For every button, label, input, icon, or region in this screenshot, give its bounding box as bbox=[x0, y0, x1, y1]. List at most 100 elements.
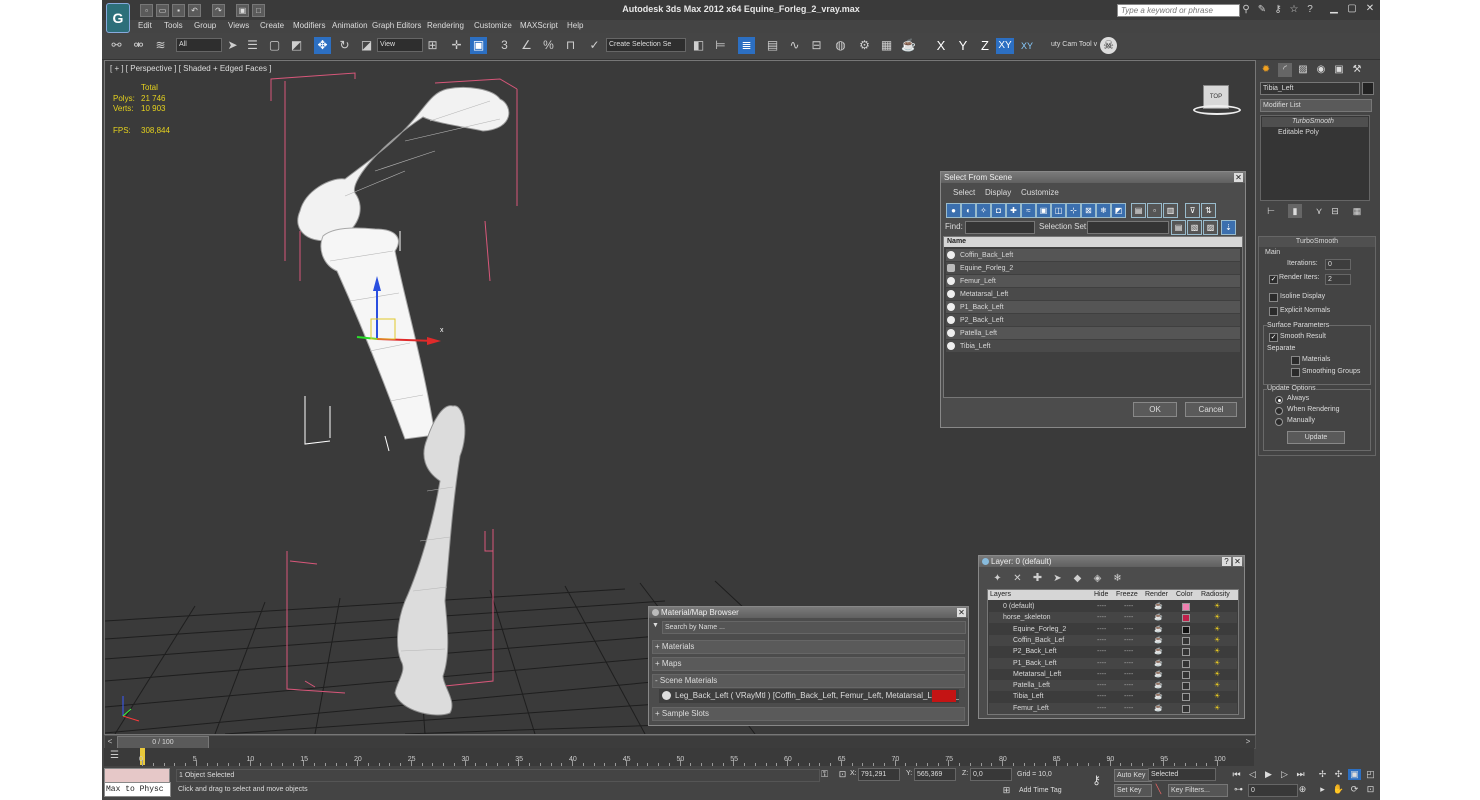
edit-named-selection-icon[interactable]: ✓ bbox=[586, 37, 603, 54]
set-key-icon[interactable]: ╲ bbox=[1152, 784, 1165, 795]
display-invert-icon[interactable]: ▥ bbox=[1163, 203, 1178, 218]
selection-set-dropdown[interactable] bbox=[1087, 221, 1169, 234]
col-radiosity[interactable]: Radiosity bbox=[1201, 591, 1230, 598]
set-key-button[interactable]: Set Key bbox=[1114, 784, 1152, 797]
radiosity-icon[interactable]: ☀ bbox=[1214, 635, 1220, 646]
layer-hide-toggle[interactable]: ---- bbox=[1097, 703, 1106, 714]
pan-icon[interactable]: ✋ bbox=[1332, 784, 1345, 795]
radiosity-icon[interactable]: ☀ bbox=[1214, 601, 1220, 612]
axis-y-button[interactable]: Y bbox=[954, 38, 972, 54]
search-input[interactable]: Type a keyword or phrase bbox=[1117, 4, 1240, 17]
time-tag-icon[interactable]: ⊞ bbox=[1000, 785, 1013, 796]
named-selection-dropdown[interactable]: Create Selection Se bbox=[606, 38, 686, 52]
time-config-icon[interactable]: ⊕ bbox=[1296, 784, 1309, 795]
menu-views[interactable]: Views bbox=[228, 21, 249, 30]
display-tab-icon[interactable]: ▣ bbox=[1332, 63, 1346, 77]
display-lights-icon[interactable]: ✧ bbox=[976, 203, 991, 218]
zoom-icon[interactable]: ✢ bbox=[1316, 769, 1329, 780]
radiosity-icon[interactable]: ☀ bbox=[1214, 658, 1220, 669]
layer-color-swatch[interactable] bbox=[1182, 682, 1190, 691]
layer-color-swatch[interactable] bbox=[1182, 670, 1190, 679]
help-icon[interactable]: ? bbox=[1304, 4, 1316, 16]
update-when-rendering-radio[interactable] bbox=[1275, 407, 1283, 415]
play-icon[interactable]: ▶ bbox=[1262, 769, 1275, 780]
ok-button[interactable]: OK bbox=[1133, 402, 1177, 417]
utilities-tab-icon[interactable]: ⚒ bbox=[1350, 63, 1364, 77]
key-mode-icon[interactable]: ⚷ bbox=[1090, 774, 1103, 786]
unlink-icon[interactable]: ⚮ bbox=[130, 37, 147, 54]
select-and-move-icon[interactable]: ✥ bbox=[314, 37, 331, 54]
scene-materials-section[interactable]: - Scene Materials bbox=[652, 674, 965, 688]
layer-color-swatch[interactable] bbox=[1182, 614, 1190, 623]
track-bar[interactable]: ☰ 0 5 10 15 20 25 30 35 40 45 50 55 60 65 70 75 80 85 90 95… bbox=[104, 748, 1254, 766]
object-color-swatch[interactable] bbox=[1362, 82, 1374, 95]
axis-z-button[interactable]: Z bbox=[976, 38, 994, 54]
col-freeze[interactable]: Freeze bbox=[1116, 591, 1138, 598]
layer-hide-toggle[interactable]: ---- bbox=[1097, 658, 1106, 669]
maxscript-listener-input[interactable]: Max to Physc bbox=[104, 782, 171, 797]
layer-freeze-toggle[interactable]: ---- bbox=[1124, 601, 1133, 612]
search-icon[interactable]: ⚲ bbox=[1240, 4, 1252, 16]
auto-key-button[interactable]: Auto Key bbox=[1114, 769, 1152, 782]
update-button[interactable]: Update bbox=[1287, 431, 1345, 444]
prev-key-icon[interactable]: ◁ bbox=[1246, 769, 1259, 780]
render-teapot-icon[interactable]: ☕ bbox=[1154, 646, 1163, 657]
window-crossing-icon[interactable]: ◩ bbox=[288, 37, 305, 54]
stack-item-turbosmooth[interactable]: TurboSmooth bbox=[1262, 117, 1368, 127]
delete-layer-icon[interactable]: ✕ bbox=[1009, 570, 1026, 587]
graphite-ribbon-icon[interactable]: ▤ bbox=[764, 37, 781, 54]
selection-filter-dropdown[interactable]: All bbox=[176, 38, 222, 52]
display-containers-icon[interactable]: ⊠ bbox=[1081, 203, 1096, 218]
layer-freeze-toggle[interactable]: ---- bbox=[1124, 612, 1133, 623]
layer-freeze-toggle[interactable]: ---- bbox=[1124, 703, 1133, 714]
sfs-menu-display[interactable]: Display bbox=[985, 188, 1011, 197]
configure-sets-icon[interactable]: ▦ bbox=[1350, 204, 1364, 218]
custom-tool-label[interactable]: uty Cam Tool v bbox=[1048, 38, 1104, 52]
render-teapot-icon[interactable]: ☕ bbox=[1154, 635, 1163, 646]
find-input[interactable] bbox=[965, 221, 1035, 234]
radiosity-icon[interactable]: ☀ bbox=[1214, 624, 1220, 635]
reference-coord-dropdown[interactable]: View bbox=[377, 38, 423, 52]
display-shapes-icon[interactable]: ◐ bbox=[961, 203, 976, 218]
layer-row[interactable]: Coffin_Back_Lef ---- ---- ☕ ☀ bbox=[989, 634, 1237, 646]
lock-selection-icon[interactable]: ⚿ bbox=[818, 769, 831, 780]
selected-dropdown[interactable]: Selected bbox=[1148, 768, 1216, 781]
subscription-icon[interactable]: ⚷ bbox=[1272, 4, 1284, 16]
render-teapot-icon[interactable]: ☕ bbox=[1154, 680, 1163, 691]
select-invert-icon[interactable]: ▨ bbox=[1203, 220, 1218, 235]
radiosity-icon[interactable]: ☀ bbox=[1214, 646, 1220, 657]
help-button[interactable]: ? bbox=[1222, 557, 1231, 566]
motion-tab-icon[interactable]: ◉ bbox=[1314, 63, 1328, 77]
curve-editor-icon[interactable]: ∿ bbox=[786, 37, 803, 54]
layer-hide-toggle[interactable]: ---- bbox=[1097, 612, 1106, 623]
materials-section[interactable]: + Materials bbox=[652, 640, 965, 654]
explicit-normals-checkbox[interactable] bbox=[1269, 307, 1278, 316]
stack-item-editable-poly[interactable]: Editable Poly bbox=[1262, 128, 1368, 138]
display-cameras-icon[interactable]: ◘ bbox=[991, 203, 1006, 218]
list-item[interactable]: Patella_Left bbox=[946, 327, 1240, 339]
rendered-frame-icon[interactable]: ▦ bbox=[878, 37, 895, 54]
layer-table[interactable]: Layers Hide Freeze Render Color Radiosit… bbox=[987, 589, 1239, 715]
layer-freeze-toggle[interactable]: ---- bbox=[1124, 658, 1133, 669]
highlight-layer-icon[interactable]: ◆ bbox=[1069, 570, 1086, 587]
object-name-field[interactable]: Tibia_Left bbox=[1260, 82, 1360, 95]
layer-color-swatch[interactable] bbox=[1182, 648, 1190, 657]
select-all-icon[interactable]: ▤ bbox=[1171, 220, 1186, 235]
menu-tools[interactable]: Tools bbox=[164, 21, 183, 30]
layer-color-swatch[interactable] bbox=[1182, 693, 1190, 702]
manipulate-icon[interactable]: ✛ bbox=[448, 37, 465, 54]
layer-manager-icon[interactable]: ≣ bbox=[738, 37, 755, 54]
select-by-name-icon[interactable]: ☰ bbox=[244, 37, 261, 54]
browser-options-icon[interactable]: ▼ bbox=[652, 622, 659, 629]
pin-stack-icon[interactable]: ⊢ bbox=[1264, 204, 1278, 218]
rect-selection-icon[interactable]: ▢ bbox=[266, 37, 283, 54]
bind-space-warp-icon[interactable]: ≋ bbox=[152, 37, 169, 54]
layer-row[interactable]: Femur_Left ---- ---- ☕ ☀ bbox=[989, 702, 1237, 714]
layer-freeze-toggle[interactable]: ---- bbox=[1124, 624, 1133, 635]
layer-row[interactable]: P1_Back_Left ---- ---- ☕ ☀ bbox=[989, 657, 1237, 669]
select-and-scale-icon[interactable]: ◪ bbox=[358, 37, 375, 54]
zoom-extents-icon[interactable]: ▣ bbox=[1348, 769, 1361, 780]
current-frame-field[interactable]: 0 bbox=[1248, 784, 1298, 797]
snap-toggle-icon[interactable]: 3 bbox=[496, 37, 513, 54]
mini-curve-editor-icon[interactable]: ☰ bbox=[110, 750, 126, 764]
